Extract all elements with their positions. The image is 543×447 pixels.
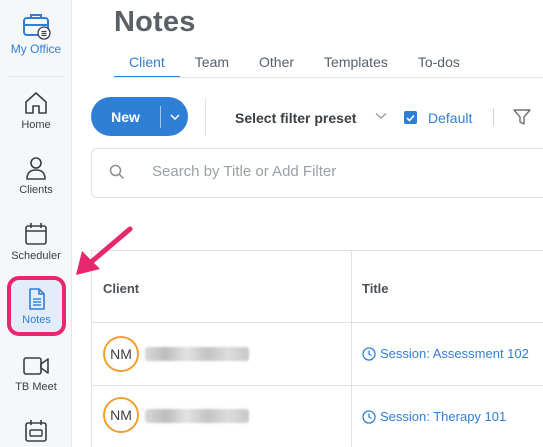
calendar-icon	[25, 420, 47, 442]
sidebar-item-label: Scheduler	[11, 250, 61, 262]
client-name-redacted[interactable]	[145, 409, 249, 423]
tab-bar: Client Team Other Templates To-dos	[114, 52, 475, 78]
sidebar-item-clients[interactable]: Clients	[0, 155, 72, 196]
session-title: Session: Assessment 102	[380, 346, 529, 361]
column-header-client[interactable]: Client	[103, 281, 139, 296]
column-divider	[351, 250, 352, 447]
sidebar-item-scheduler[interactable]: Scheduler	[0, 221, 72, 262]
sidebar-item-tb-meet[interactable]: TB Meet	[0, 354, 72, 393]
chevron-down-icon	[169, 113, 180, 120]
sidebar-item-notes[interactable]: Notes	[7, 276, 66, 336]
person-icon	[26, 157, 46, 180]
video-icon	[23, 357, 49, 375]
sidebar-item-label: Home	[21, 119, 51, 131]
clock-icon	[362, 346, 376, 361]
sidebar-item-calendar[interactable]	[0, 418, 72, 444]
client-name-redacted[interactable]	[145, 347, 249, 361]
briefcase-icon	[23, 14, 51, 40]
my-office-button[interactable]: My Office	[0, 10, 72, 56]
sidebar: My Office Home Clients Scheduler Notes T…	[0, 0, 72, 447]
new-button[interactable]: New	[91, 97, 188, 136]
search-icon	[109, 164, 125, 180]
chevron-down-icon[interactable]	[375, 112, 387, 120]
new-button-label: New	[111, 108, 140, 125]
sidebar-item-label: Clients	[19, 184, 53, 196]
sidebar-item-home[interactable]: Home	[0, 90, 72, 131]
my-office-label: My Office	[10, 42, 62, 56]
tab-underline-divider	[114, 77, 543, 78]
clock-icon	[362, 409, 376, 424]
annotation-arrow	[76, 226, 133, 275]
header-row-divider	[91, 322, 543, 323]
sidebar-item-label: Notes	[22, 313, 51, 326]
default-label[interactable]: Default	[428, 110, 472, 126]
toolbar-divider	[205, 98, 206, 136]
avatar: NM	[103, 397, 139, 433]
tab-to-dos[interactable]: To-dos	[403, 52, 475, 78]
document-icon	[28, 287, 45, 310]
session-link[interactable]: Session: Assessment 102	[362, 346, 529, 361]
tab-other[interactable]: Other	[244, 52, 309, 78]
sidebar-divider	[8, 76, 64, 77]
page-title: Notes	[114, 6, 196, 38]
tab-team[interactable]: Team	[180, 52, 244, 78]
column-header-title[interactable]: Title	[362, 281, 389, 296]
filter-preset-select[interactable]: Select filter preset	[235, 110, 356, 126]
session-link[interactable]: Session: Therapy 101	[362, 409, 506, 424]
filter-icon[interactable]	[513, 109, 531, 125]
sidebar-item-label: TB Meet	[15, 381, 57, 393]
avatar: NM	[103, 336, 139, 372]
checkmark-icon	[406, 114, 415, 122]
table-row-divider	[91, 385, 543, 386]
home-icon	[25, 92, 47, 114]
new-dropdown-toggle[interactable]	[161, 113, 188, 120]
default-checkbox[interactable]	[404, 111, 417, 124]
toolbar-divider	[493, 108, 494, 126]
calendar-icon	[25, 223, 47, 245]
tab-client[interactable]: Client	[114, 52, 180, 78]
search-input[interactable]	[152, 163, 532, 180]
tab-templates[interactable]: Templates	[309, 52, 403, 78]
session-title: Session: Therapy 101	[380, 409, 507, 424]
